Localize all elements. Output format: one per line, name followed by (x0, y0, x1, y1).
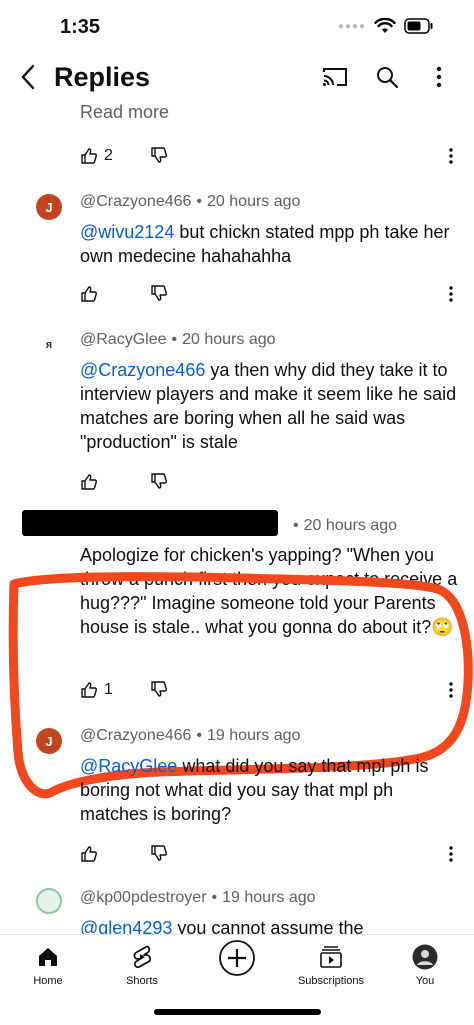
comment-actions: 2 (80, 142, 167, 170)
comment-text: Apologize for chicken's yapping? "When y… (80, 545, 458, 637)
comment-meta: @RacyGlee • 20 hours ago (80, 331, 276, 348)
plus-circle-icon (219, 940, 255, 976)
comment-actions: 1 (80, 676, 167, 704)
page-title: Replies (54, 62, 151, 92)
thumbs-up-icon (81, 846, 97, 862)
profile-avatar-icon (412, 944, 438, 970)
mention-link[interactable]: @Crazyone466 (80, 360, 205, 380)
thumbs-up-icon (81, 682, 97, 698)
thumbs-up-icon (81, 148, 97, 164)
like-count: 2 (104, 147, 113, 164)
status-time: 1:35 (60, 16, 101, 38)
thumbs-up-icon (81, 286, 97, 302)
thumbs-down-icon (151, 681, 167, 697)
comment-text: @glen4293 you cannot assume the (80, 916, 460, 934)
comment-menu-icon[interactable] (444, 678, 458, 702)
comment-actions (80, 468, 167, 496)
like-button[interactable] (80, 285, 98, 303)
home-indicator (154, 1009, 321, 1015)
app-header: Replies (0, 54, 474, 102)
nav-you[interactable]: You (375, 943, 474, 987)
shorts-icon (133, 945, 152, 969)
dislike-button[interactable] (150, 844, 168, 867)
mention-link[interactable]: @RacyGlee (80, 756, 177, 776)
thumbs-up-icon (81, 474, 97, 490)
dislike-button[interactable] (150, 680, 168, 703)
dislike-button[interactable] (150, 146, 168, 169)
replies-feed[interactable]: Read more 2 J @Crazyone466 • 20 hours ago … (0, 102, 474, 934)
comment-time: 20 hours ago (303, 517, 398, 534)
avatar[interactable] (36, 888, 62, 914)
mention-link[interactable]: @glen4293 (80, 918, 172, 934)
comment-time: 20 hours ago (207, 193, 301, 210)
avatar[interactable]: ᴙ (36, 332, 62, 358)
header-actions (322, 64, 452, 90)
chevron-left-icon[interactable] (14, 62, 42, 92)
comment-meta: @kp00pdestroyer • 19 hours ago (80, 889, 316, 906)
nav-subscriptions[interactable]: Subscriptions (281, 943, 381, 987)
signal-icon: ●●●● (337, 20, 366, 32)
status-icons: ●●●● (338, 18, 434, 34)
redaction-bar (22, 510, 278, 536)
dislike-button[interactable] (150, 472, 168, 495)
comment-text: @wivu2124 but chickn stated mpp ph take … (80, 222, 450, 266)
cast-icon[interactable] (322, 64, 348, 90)
dislike-button[interactable] (150, 284, 168, 307)
comment-menu-icon[interactable] (444, 144, 458, 168)
subscriptions-icon (320, 946, 342, 968)
more-vert-icon[interactable] (426, 64, 452, 90)
comment-meta: @Crazyone466 • 20 hours ago (80, 193, 301, 210)
status-bar: 1:35 ●●●● (0, 0, 474, 54)
comment-time: 20 hours ago (182, 331, 276, 348)
comment-meta: • 20 hours ago (293, 517, 398, 534)
comment-time: 19 hours ago (207, 727, 301, 744)
nav-shorts[interactable]: Shorts (92, 943, 192, 987)
comment-author[interactable]: @Crazyone466 (80, 727, 191, 744)
wifi-icon (374, 18, 396, 33)
create-button[interactable] (187, 939, 287, 977)
like-button[interactable]: 1 (80, 681, 113, 699)
battery-icon (404, 18, 433, 34)
comment-author[interactable]: @Crazyone466 (80, 193, 191, 210)
home-icon (39, 948, 57, 966)
nav-label: Subscriptions (297, 975, 365, 987)
thumbs-down-icon (151, 845, 167, 861)
comment-actions (80, 280, 167, 308)
mention-link[interactable]: @wivu2124 (80, 222, 174, 242)
nav-home[interactable]: Home (0, 943, 98, 987)
comment-meta: @Crazyone466 • 19 hours ago (80, 727, 301, 744)
search-icon[interactable] (374, 64, 400, 90)
avatar[interactable]: J (36, 194, 62, 220)
comment-menu-icon[interactable] (444, 842, 458, 866)
thumbs-down-icon (151, 147, 167, 163)
like-button[interactable] (80, 473, 98, 491)
nav-label: Home (33, 975, 63, 987)
like-count: 1 (104, 681, 113, 698)
like-button[interactable]: 2 (80, 147, 113, 165)
comment-author[interactable]: @kp00pdestroyer (80, 889, 207, 906)
nav-label: You (415, 975, 435, 987)
comment-author[interactable]: @RacyGlee (80, 331, 167, 348)
thumbs-down-icon (151, 285, 167, 301)
thumbs-down-icon (151, 473, 167, 489)
comment-menu-icon[interactable] (444, 282, 458, 306)
comment-time: 19 hours ago (222, 889, 316, 906)
comment-text: @Crazyone466 ya then why did they take i… (80, 360, 457, 452)
comment-actions (80, 840, 167, 868)
like-button[interactable] (80, 845, 98, 863)
avatar[interactable]: J (36, 728, 62, 754)
read-more-link[interactable]: Read more (80, 102, 169, 123)
nav-label: Shorts (126, 975, 158, 987)
comment-text: @RacyGlee what did you say that mpl ph i… (80, 756, 429, 824)
